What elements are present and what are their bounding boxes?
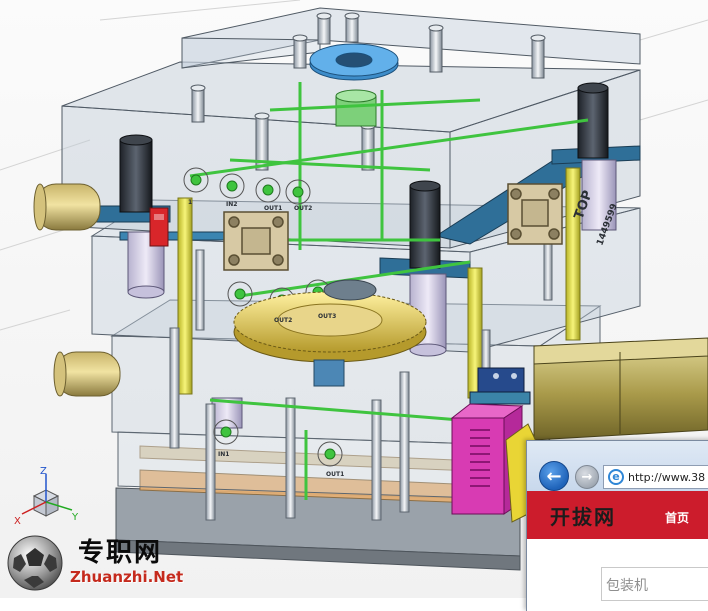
view-triad[interactable]: Z X Y — [14, 466, 84, 526]
slide-rail[interactable] — [533, 337, 708, 441]
cad-viewport[interactable]: TOP 1449599 1 OUT1 OUT2 IN2 OUT2 OUT3 IN… — [0, 0, 708, 611]
nav-home-link[interactable]: 首页 — [665, 509, 689, 526]
limit-switch[interactable] — [469, 367, 531, 405]
search-input[interactable]: 包装机 — [601, 567, 708, 601]
top-clamp-plate[interactable] — [181, 7, 641, 69]
red-latch[interactable] — [149, 207, 169, 247]
browser-window[interactable]: ← → e http://www.38 开拔网 首页 包装机 — [526, 440, 708, 611]
ie-icon: e — [608, 469, 624, 485]
watermark-url: Zhuanzhi.Net — [70, 568, 184, 586]
address-bar[interactable]: e http://www.38 — [603, 465, 708, 489]
plate-label-b: OUT1 — [264, 205, 282, 212]
plate-label-g: IN1 — [218, 451, 229, 458]
plate-label-d: IN2 — [226, 201, 237, 208]
triad-x-label: X — [14, 516, 21, 526]
plate-label-f: OUT3 — [318, 313, 336, 320]
watermark-logo-text: 专职网 — [78, 538, 163, 568]
site-watermark: 专职网 Zhuanzhi.Net — [6, 528, 206, 594]
soccer-ball-icon — [7, 535, 63, 591]
back-button[interactable]: ← — [539, 461, 569, 491]
plate-label-h: OUT1 — [326, 471, 344, 478]
triad-y-label: Y — [71, 512, 79, 523]
browser-toolbar: ← → e http://www.38 — [527, 441, 708, 491]
back-arrow-icon: ← — [546, 465, 562, 487]
locating-ring[interactable] — [309, 43, 399, 81]
plate-label-a: 1 — [188, 199, 192, 206]
plate-label-e: OUT2 — [274, 317, 292, 324]
site-logo[interactable]: 开拔网 — [539, 499, 627, 531]
triad-z-label: Z — [40, 466, 47, 477]
forward-arrow-icon: → — [581, 469, 593, 485]
plate-label-c: OUT2 — [294, 205, 312, 212]
address-text[interactable]: http://www.38 — [628, 471, 705, 484]
forward-button[interactable]: → — [575, 465, 599, 489]
